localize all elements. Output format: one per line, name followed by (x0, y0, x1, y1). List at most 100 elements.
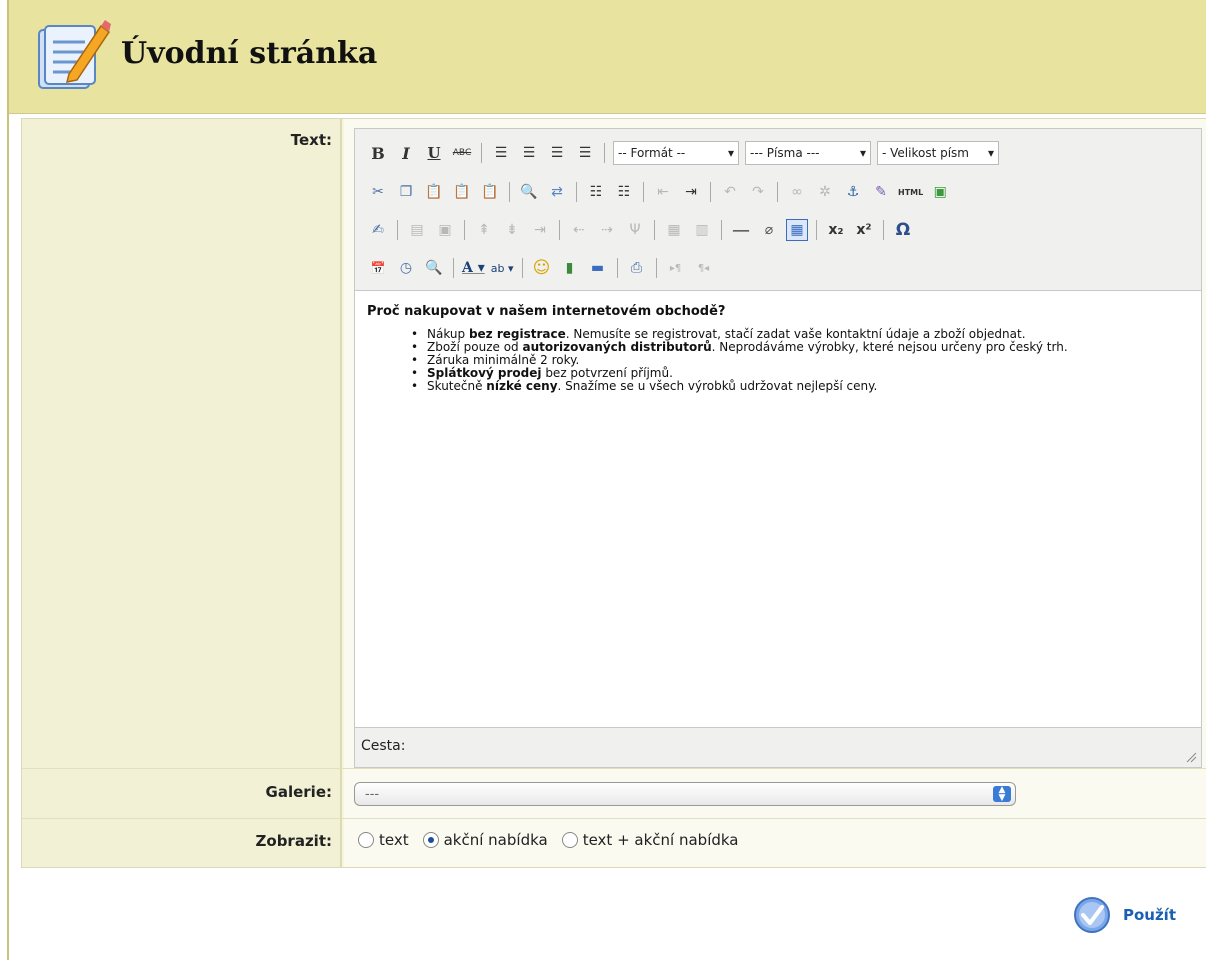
gallery-row: Galerie: --- ▲ ▼ (22, 769, 1206, 819)
toolbar-separator (453, 258, 454, 278)
rich-text-editor[interactable]: B I U ABC ☰ ☰ ☰ ☰ -- Formát -- ▾ --- Písm… (354, 128, 1202, 768)
display-row: Zobrazit: text akční nabídka text + akční … (22, 819, 1206, 867)
media-icon[interactable]: ▮ (559, 257, 581, 279)
merge-cells-icon[interactable]: ▥ (691, 219, 713, 241)
display-option[interactable]: text + akční nabídka (561, 831, 739, 849)
chevron-down-icon: ▾ (727, 146, 734, 160)
insert-col-before-icon[interactable]: ⇠ (568, 219, 590, 241)
page-frame: Úvodní stránka Text: B I U ABC ☰ ☰ ☰ ☰ -… (7, 0, 1206, 960)
content-list-item: Skutečně nízké ceny. Snažíme se u všech … (411, 380, 1189, 394)
print-icon[interactable]: ⎙ (626, 257, 648, 279)
table-row-props-icon[interactable]: ▤ (406, 219, 428, 241)
subscript-icon[interactable]: x₂ (825, 219, 847, 241)
delete-row-icon[interactable]: ⇥ (529, 219, 551, 241)
font-size-select[interactable]: - Velikost písm ▾ (877, 141, 999, 165)
rtl-icon[interactable]: ¶◂ (693, 257, 715, 279)
gallery-select-value: --- (365, 787, 380, 802)
toolbar-separator (616, 258, 618, 278)
apply-button[interactable]: Použít (1073, 896, 1176, 934)
split-cells-icon[interactable]: ▦ (663, 219, 685, 241)
preview-icon[interactable]: 🔍 (423, 257, 445, 279)
align-right-icon[interactable]: ☰ (546, 142, 568, 164)
bold-icon[interactable]: B (367, 142, 389, 164)
insert-table-icon[interactable]: ▦ (786, 219, 808, 241)
italic-icon[interactable]: I (395, 142, 417, 164)
radio-button[interactable] (561, 832, 578, 848)
indent-icon[interactable]: ⇥ (680, 181, 702, 203)
radio-button[interactable] (358, 832, 374, 848)
link-icon[interactable]: ∞ (786, 181, 808, 203)
underline-icon[interactable]: U (423, 142, 445, 164)
toolbar-separator (655, 258, 657, 278)
insert-image-icon[interactable]: ▣ (929, 181, 951, 203)
gallery-select[interactable]: --- ▲ ▼ (354, 782, 1016, 806)
format-select[interactable]: -- Formát -- ▾ (613, 141, 739, 165)
display-field-cell: text akční nabídka text + akční nabídka (344, 819, 1206, 867)
toolbar-separator (559, 220, 560, 240)
page-header: Úvodní stránka (9, 0, 1206, 114)
radio-button[interactable] (422, 832, 439, 848)
text-row: Text: B I U ABC ☰ ☰ ☰ ☰ -- Formát -- ▾ -… (22, 119, 1206, 769)
display-option-label: akční nabídka (443, 831, 548, 849)
bullet-list-icon[interactable]: ☷ (585, 181, 607, 203)
content-text: Zboží pouze od (427, 340, 523, 354)
align-center-icon[interactable]: ☰ (518, 142, 540, 164)
insert-time-icon[interactable]: ◷ (395, 257, 417, 279)
highlight-color-icon[interactable]: ab ▾ (491, 257, 514, 279)
toolbar-separator (464, 220, 465, 240)
align-left-icon[interactable]: ☰ (490, 142, 512, 164)
paste-icon[interactable]: 📋 (423, 181, 445, 203)
editor-statusbar: Cesta: (355, 727, 1201, 767)
display-option-label: text + akční nabídka (582, 831, 739, 849)
cut-icon[interactable]: ✂ (367, 181, 389, 203)
text-color-icon[interactable]: A ▾ (462, 257, 485, 279)
emoticon-icon[interactable]: ☺ (531, 257, 553, 279)
font-family-select[interactable]: --- Písma --- ▾ (745, 141, 871, 165)
table-cell-props-icon[interactable]: ▣ (434, 219, 456, 241)
strikethrough-icon[interactable]: ABC (451, 142, 473, 164)
content-bold-text: Splátkový prodej (427, 366, 542, 380)
content-text: . Neprodáváme výrobky, které nejsou urče… (711, 340, 1068, 354)
undo-icon[interactable]: ↶ (719, 181, 741, 203)
display-option-label: text (379, 831, 409, 849)
copy-icon[interactable]: ❐ (395, 181, 417, 203)
toolbar-separator (721, 220, 722, 240)
toolbar-separator (481, 143, 482, 163)
gallery-label: Galerie: (22, 769, 342, 818)
paste-word-icon[interactable]: 📋 (479, 181, 501, 203)
text-label: Text: (22, 119, 342, 768)
resize-grip-icon[interactable] (1185, 751, 1197, 763)
html-source-icon[interactable]: HTML (898, 181, 923, 203)
paste-text-icon[interactable]: 📋 (451, 181, 473, 203)
anchor-icon[interactable]: ⚓ (842, 181, 864, 203)
replace-icon[interactable]: ⇄ (546, 181, 568, 203)
numbered-list-icon[interactable]: ☷ (613, 181, 635, 203)
outdent-icon[interactable]: ⇤ (652, 181, 674, 203)
toolbar-separator (521, 258, 523, 278)
pagebreak-icon[interactable]: ▬ (587, 257, 609, 279)
content-bold-text: bez registrace (468, 327, 566, 341)
insert-row-after-icon[interactable]: ⇟ (501, 219, 523, 241)
display-option[interactable]: text (358, 831, 409, 849)
toolbar-row-4: 📅 ◷ 🔍 A ▾ ab ▾ ☺ ▮ ▬ ⎙ ▸¶ ¶◂ (367, 253, 721, 283)
insert-date-icon[interactable]: 📅 (367, 257, 389, 279)
eraser-icon[interactable]: ⌀ (758, 219, 780, 241)
toolbar-separator (710, 182, 711, 202)
unlink-icon[interactable]: ✲ (814, 181, 836, 203)
editor-content[interactable]: Proč nakupovat v našem internetovém obch… (367, 305, 1189, 393)
delete-col-icon[interactable]: Ψ (624, 219, 646, 241)
insert-row-before-icon[interactable]: ⇞ (473, 219, 495, 241)
special-char-icon[interactable]: Ω (892, 219, 914, 241)
display-option[interactable]: akční nabídka (422, 831, 548, 849)
insert-col-after-icon[interactable]: ⇢ (596, 219, 618, 241)
superscript-icon[interactable]: x² (853, 219, 875, 241)
content-heading: Proč nakupovat v našem internetovém obch… (367, 304, 726, 319)
align-justify-icon[interactable]: ☰ (574, 142, 596, 164)
cleanup-icon[interactable]: ✎ (870, 181, 892, 203)
edit-icon[interactable]: ✍ (367, 219, 389, 241)
toolbar-row-1: B I U ABC ☰ ☰ ☰ ☰ -- Formát -- ▾ --- Písm… (367, 138, 1005, 168)
horizontal-rule-icon[interactable]: — (730, 219, 752, 241)
redo-icon[interactable]: ↷ (747, 181, 769, 203)
find-icon[interactable]: 🔍 (518, 181, 540, 203)
ltr-icon[interactable]: ▸¶ (665, 257, 687, 279)
